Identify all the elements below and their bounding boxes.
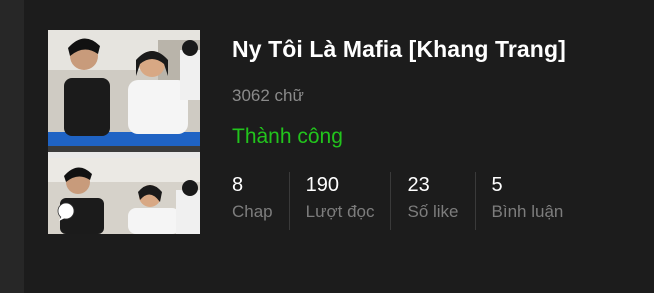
stat-label: Lượt đọc xyxy=(305,202,375,221)
stat-value: 5 xyxy=(491,174,503,196)
word-count: 3062 chữ xyxy=(232,86,304,105)
stat-value: 8 xyxy=(232,174,244,196)
speech-bubble-icon xyxy=(57,202,75,221)
stat-reads: 190 Lượt đọc xyxy=(306,172,392,230)
stat-likes: 23 Số like xyxy=(407,172,476,230)
stat-comments: 5 Bình luận xyxy=(492,172,580,230)
story-title[interactable]: Ny Tôi Là Mafia [Khang Trang] xyxy=(232,36,566,63)
stat-label: Số like xyxy=(407,202,459,221)
side-panel-edge xyxy=(0,0,24,293)
story-cover-image[interactable] xyxy=(48,30,200,234)
stat-value: 23 xyxy=(407,174,430,196)
status-badge: Thành công xyxy=(232,125,343,148)
stat-label: Chap xyxy=(232,202,273,221)
stat-value: 190 xyxy=(305,174,340,196)
story-card[interactable]: Ny Tôi Là Mafia [Khang Trang] 3062 chữ T… xyxy=(24,0,654,293)
stat-label: Bình luận xyxy=(491,202,564,221)
stat-chapters: 8 Chap xyxy=(232,172,290,230)
story-stats: 8 Chap 190 Lượt đọc 23 Số like 5 Bình lu… xyxy=(232,172,595,230)
